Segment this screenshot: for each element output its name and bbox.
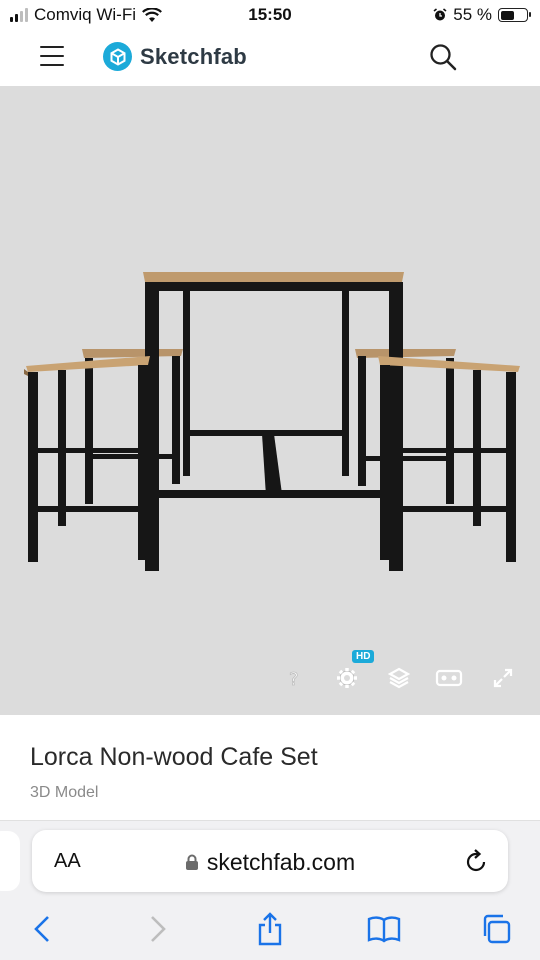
reload-icon[interactable] — [464, 848, 488, 874]
model-viewer[interactable]: ? HD — [0, 86, 540, 715]
battery-level — [500, 10, 515, 20]
url-text: sketchfab.com — [206, 849, 356, 875]
model-title: Lorca Non-wood Cafe Set — [30, 743, 318, 771]
status-right: 55 % — [433, 5, 531, 25]
stool-back-left — [82, 349, 183, 504]
lock-icon — [185, 854, 198, 870]
hd-badge: HD — [352, 650, 375, 663]
brand-logo-link[interactable]: Sketchfab — [103, 42, 247, 71]
layers-icon[interactable] — [384, 663, 414, 693]
model-info: Lorca Non-wood Cafe Set 3D Model — [0, 715, 540, 820]
sketchfab-logo-icon — [103, 42, 132, 71]
browser-toolbar — [0, 905, 540, 955]
fullscreen-icon[interactable] — [488, 663, 518, 693]
app-header: Sketchfab — [0, 30, 540, 86]
brand-name: Sketchfab — [140, 43, 247, 69]
share-icon[interactable] — [250, 909, 290, 949]
settings-icon[interactable] — [332, 663, 362, 693]
battery-percent: 55 % — [453, 5, 492, 24]
viewer-toolbar: ? HD — [0, 650, 540, 693]
model-subtitle: 3D Model — [30, 784, 99, 801]
previous-tab-preview[interactable] — [0, 831, 20, 891]
help-icon[interactable]: ? — [280, 663, 310, 693]
menu-icon[interactable] — [40, 46, 64, 68]
search-icon[interactable] — [428, 42, 458, 72]
url-display: sketchfab.com — [32, 849, 508, 876]
status-bar: Comviq Wi-Fi 15:50 55 % — [0, 0, 540, 30]
forward-icon[interactable] — [138, 909, 178, 949]
bookmarks-icon[interactable] — [364, 909, 404, 949]
svg-text:?: ? — [289, 669, 299, 689]
battery-icon — [498, 8, 531, 22]
back-icon[interactable] — [22, 909, 62, 949]
stool-back-right — [355, 349, 456, 504]
vr-icon[interactable] — [434, 663, 464, 693]
address-bar[interactable]: AA sketchfab.com — [32, 830, 508, 892]
alarm-icon — [433, 8, 447, 21]
cafe-set-model — [24, 272, 520, 571]
browser-bar: AA sketchfab.com — [0, 820, 540, 960]
tabs-icon[interactable] — [476, 909, 516, 949]
